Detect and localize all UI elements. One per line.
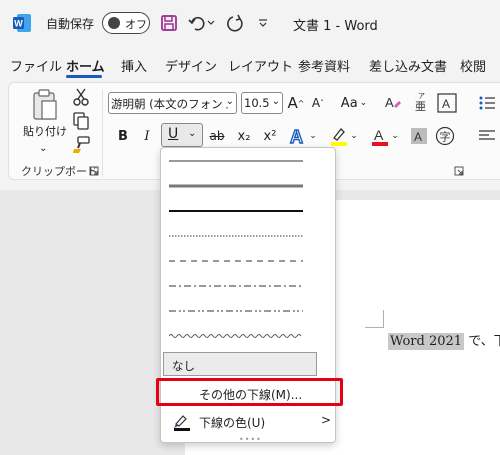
svg-text:A: A (290, 127, 303, 146)
paste-dropdown-icon[interactable]: ⌄ (39, 143, 47, 154)
underline-color-icon (173, 413, 191, 434)
font-size-combobox[interactable]: 10.5 ⌄ (241, 92, 283, 114)
selected-text: Word 2021 (388, 333, 465, 350)
ribbon-tabs: ファイル ホーム 挿入 デザイン レイアウト 参考資料 差し込み文書 校閲 (0, 52, 500, 78)
italic-button[interactable]: I (137, 125, 157, 147)
clear-formatting-icon[interactable]: A (382, 92, 404, 114)
phonetic-guide-icon[interactable]: ア亜 (412, 90, 432, 112)
autosave-label: 自動保存 (46, 17, 95, 31)
toggle-knob (108, 17, 120, 29)
underline-color-label: 下線の色(U) (199, 416, 266, 430)
redo-icon[interactable] (224, 11, 246, 35)
active-tab-indicator (66, 75, 102, 78)
paste-clipboard-icon (32, 89, 58, 124)
submenu-arrow-icon: > (321, 413, 332, 427)
underline-label: U (168, 126, 179, 142)
shrink-font-button[interactable]: Aˇ (308, 92, 328, 114)
enclose-characters-icon[interactable]: 字 (434, 125, 456, 147)
underline-option-wave[interactable] (169, 329, 303, 343)
underline-option-single[interactable] (169, 154, 303, 168)
tab-insert[interactable]: 挿入 (121, 56, 147, 75)
tab-layout[interactable]: レイアウト (228, 56, 293, 75)
font-name-combobox[interactable]: 游明朝 (本文のフォント ⌄ (108, 92, 237, 114)
tab-review[interactable]: 校閲 (460, 56, 486, 75)
clipboard-group-label: クリップボード (21, 165, 98, 178)
underline-button[interactable]: U ⌄ (161, 123, 203, 147)
underline-option-dashed[interactable] (169, 254, 303, 268)
grow-font-button[interactable]: A ^ (286, 92, 306, 114)
undo-dropdown-icon[interactable] (205, 11, 217, 35)
font-name-value: 游明朝 (本文のフォント (111, 97, 235, 111)
format-painter-icon[interactable] (71, 135, 91, 155)
highlight-color-button[interactable]: ⌄ (327, 125, 361, 147)
svg-text:W: W (14, 19, 23, 29)
svg-text:亜: 亜 (415, 100, 426, 112)
clipboard-launcher-icon[interactable] (89, 165, 99, 176)
menu-resize-grip-icon[interactable]: •••• (239, 435, 262, 444)
svg-text:A: A (414, 130, 422, 144)
document-title: 文書 1 - Word (293, 19, 378, 34)
font-color-button[interactable]: A ⌄ (368, 125, 402, 147)
underline-option-dotted[interactable] (169, 229, 303, 243)
font-name-dropdown-icon[interactable]: ⌄ (225, 96, 234, 107)
margin-mark (365, 327, 383, 328)
underline-option-dash-dot[interactable] (169, 279, 303, 293)
tab-file[interactable]: ファイル (10, 56, 62, 75)
character-shading-icon[interactable]: A (409, 125, 429, 147)
font-size-value: 10.5 (244, 96, 270, 110)
group-separator (102, 89, 103, 177)
svg-text:A: A (374, 127, 384, 143)
superscript-button[interactable]: x² (259, 125, 281, 147)
bullets-icon[interactable] (477, 92, 497, 114)
svg-text:字: 字 (440, 130, 451, 144)
underline-option-double-gray[interactable] (169, 179, 303, 193)
svg-text:A: A (385, 95, 394, 110)
save-icon[interactable] (158, 11, 180, 35)
underline-option-none[interactable]: なし (163, 352, 317, 376)
copy-icon[interactable] (71, 111, 91, 131)
underline-option-dash-dot-dot[interactable] (169, 304, 303, 318)
text-effects-button[interactable]: A ⌄ (286, 125, 320, 147)
tab-home[interactable]: ホーム (66, 56, 105, 75)
document-text[interactable]: Word 2021 で、下 (388, 330, 500, 350)
tab-mailings[interactable]: 差し込み文書 (369, 56, 447, 75)
subscript-button[interactable]: x₂ (233, 125, 255, 147)
autosave-toggle[interactable]: オフ (102, 12, 150, 34)
character-border-icon[interactable]: A (436, 92, 458, 114)
tab-references[interactable]: 参考資料 (298, 56, 350, 75)
paste-label: 貼り付け (23, 125, 67, 138)
svg-text:A: A (442, 97, 450, 111)
title-bar: W 自動保存 オフ 文書 1 - Word (0, 0, 500, 46)
annotation-highlight-box (156, 378, 343, 406)
following-text: で、下 (468, 334, 500, 349)
customize-qat-icon[interactable] (255, 11, 271, 35)
align-left-icon[interactable] (477, 125, 497, 147)
paste-button[interactable]: 貼り付け ⌄ (23, 89, 67, 163)
underline-color-item[interactable]: 下線の色(U) > (161, 410, 336, 434)
change-case-button[interactable]: Aa ⌄ (339, 92, 369, 114)
font-size-dropdown-icon[interactable]: ⌄ (271, 96, 280, 107)
autosave-state: オフ (125, 18, 147, 31)
word-app-icon: W (12, 13, 32, 33)
bold-button[interactable]: B (113, 125, 133, 147)
underline-dropdown-icon[interactable]: ⌄ (188, 128, 196, 139)
font-launcher-icon[interactable] (454, 165, 464, 176)
strikethrough-button[interactable]: ab (206, 125, 228, 147)
underline-option-thick[interactable] (169, 204, 303, 218)
cut-icon[interactable] (71, 87, 91, 107)
svg-text:ア: ア (418, 92, 425, 100)
margin-mark (383, 310, 384, 328)
tab-design[interactable]: デザイン (165, 56, 217, 75)
